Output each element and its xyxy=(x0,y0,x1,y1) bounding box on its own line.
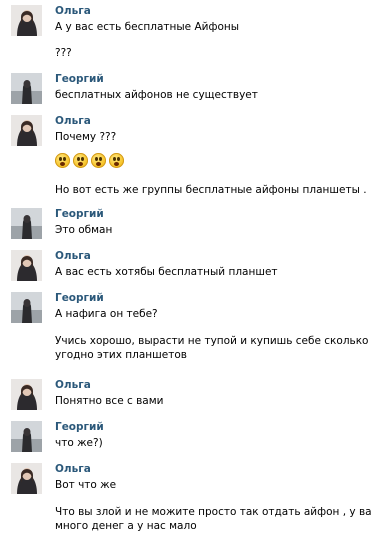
message-text: Вот что же xyxy=(55,479,117,491)
avatar[interactable] xyxy=(11,463,42,494)
author-name[interactable]: Ольга xyxy=(55,5,91,17)
message-text: угодно этих планшетов xyxy=(55,349,187,361)
author-name[interactable]: Ольга xyxy=(55,463,91,475)
author-name[interactable]: Георгий xyxy=(55,421,104,433)
avatar[interactable] xyxy=(11,115,42,146)
avatar[interactable] xyxy=(11,73,42,104)
author-name[interactable]: Георгий xyxy=(55,208,104,220)
message-text: А вас есть хотябы бесплатный планшет xyxy=(55,266,278,278)
avatar[interactable] xyxy=(11,421,42,452)
crying-face-icon xyxy=(109,153,124,168)
message-text: Почему ??? xyxy=(55,131,117,143)
message-text: Понятно все с вами xyxy=(55,395,164,407)
message-text: А у вас есть бесплатные Айфоны xyxy=(55,21,240,33)
crying-face-icon xyxy=(73,153,88,168)
message-text: бесплатных айфонов не существует xyxy=(55,89,258,101)
crying-face-icon xyxy=(55,153,70,168)
message-text: много денег а у нас мало xyxy=(55,520,197,532)
message-text: что же?) xyxy=(55,437,103,449)
avatar[interactable] xyxy=(11,292,42,323)
author-name[interactable]: Ольга xyxy=(55,379,91,391)
avatar[interactable] xyxy=(11,208,42,239)
message-text: Учись хорошо, вырасти не тупой и купишь … xyxy=(55,335,369,347)
message-text: Но вот есть же группы бесплатные айфоны … xyxy=(55,184,367,196)
message-text: Что вы злой и не можите просто так отдат… xyxy=(55,506,371,518)
author-name[interactable]: Георгий xyxy=(55,292,104,304)
crying-face-icon xyxy=(91,153,106,168)
message-text: Это обман xyxy=(55,224,113,236)
avatar[interactable] xyxy=(11,379,42,410)
chat-history: Ольга А у вас есть бесплатные Айфоны ???… xyxy=(0,0,371,541)
avatar[interactable] xyxy=(11,5,42,36)
author-name[interactable]: Ольга xyxy=(55,115,91,127)
avatar[interactable] xyxy=(11,250,42,281)
message-text: ??? xyxy=(55,47,72,59)
message-text: А нафига он тебе? xyxy=(55,308,158,320)
emoji-row xyxy=(55,153,124,168)
author-name[interactable]: Георгий xyxy=(55,73,104,85)
author-name[interactable]: Ольга xyxy=(55,250,91,262)
